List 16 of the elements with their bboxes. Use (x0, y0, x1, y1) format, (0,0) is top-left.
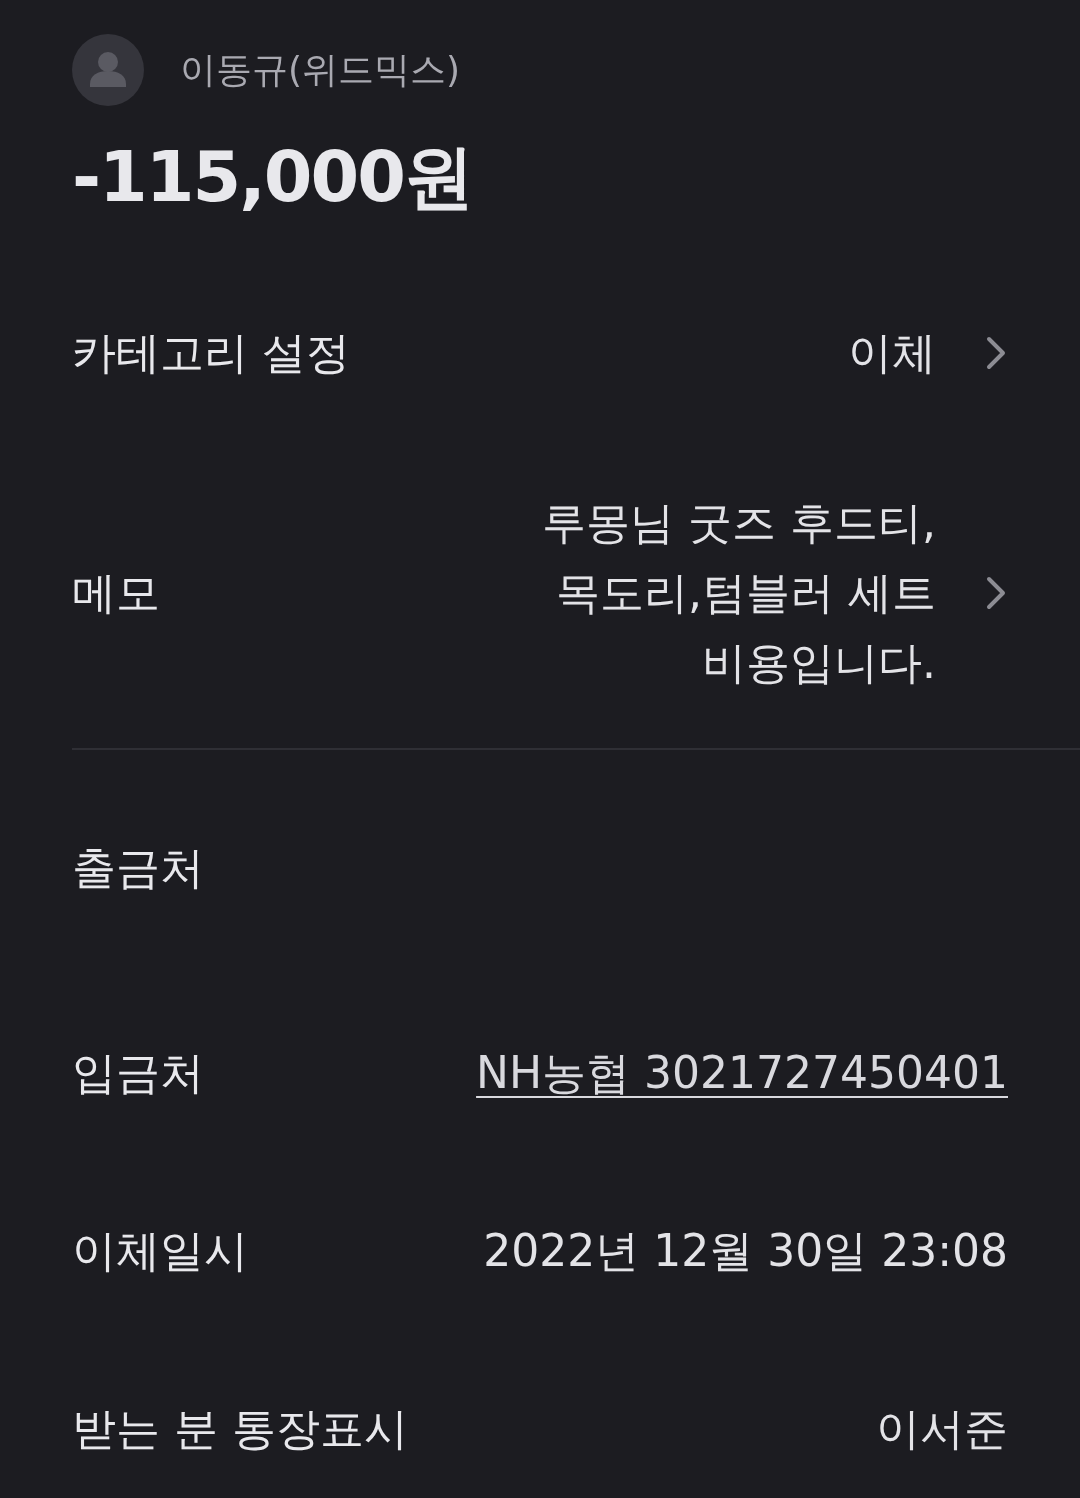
chevron-right-icon[interactable] (984, 575, 1008, 611)
chevron-right-icon[interactable] (984, 335, 1008, 371)
row-label: 이체일시 (72, 1224, 248, 1278)
row-label: 입금처 (72, 1046, 204, 1100)
row-label: 카테고리 설정 (72, 326, 350, 380)
row-value: 이서준 (876, 1402, 1008, 1456)
row-label: 받는 분 통장표시 (72, 1402, 408, 1456)
row-value: 이체 (848, 326, 936, 380)
row-value: 루몽님 굿즈 후드티, 목도리,텀블러 세트 비용입니다. (542, 496, 936, 690)
amount: -115,000원 (72, 135, 473, 220)
sender-name: 이동규(위드믹스) (180, 47, 461, 92)
avatar-icon (72, 34, 144, 106)
account-link[interactable]: NH농협 3021727450401 (476, 1038, 1008, 1108)
row-value: 2022년 12월 30일 23:08 (483, 1224, 1008, 1278)
row-label: 출금처 (72, 841, 204, 895)
row-label: 메모 (72, 566, 160, 620)
